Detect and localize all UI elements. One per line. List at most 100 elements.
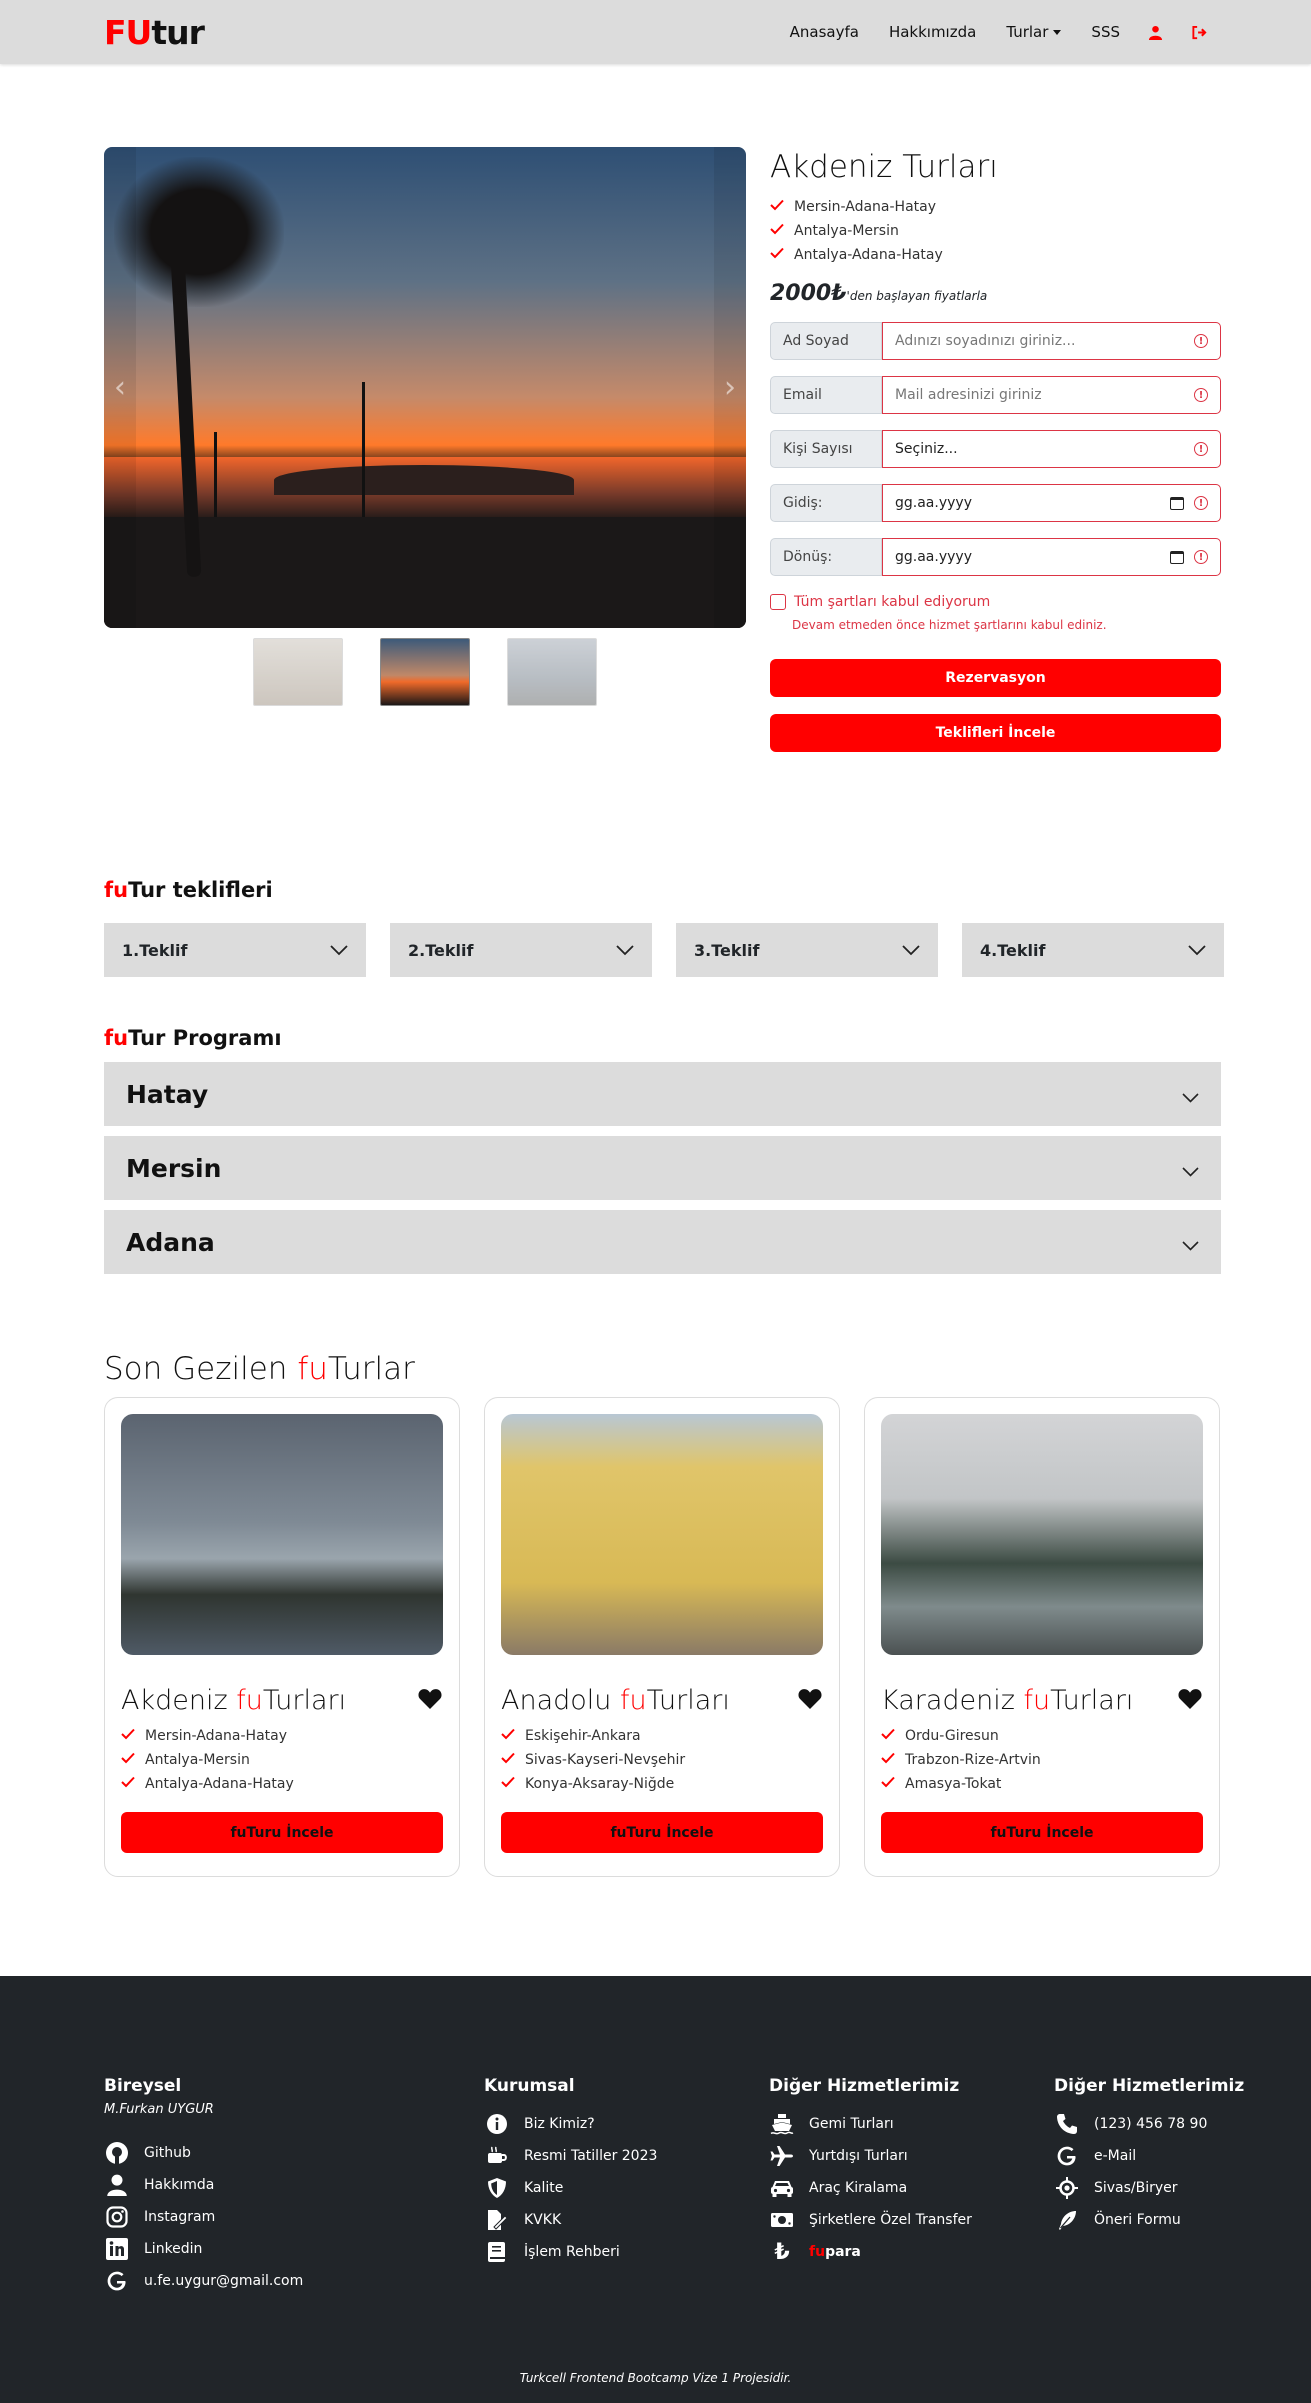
input-placeholder: Adınızı soyadınızı giriniz...: [895, 333, 1076, 349]
check-icon: [770, 223, 786, 239]
footer-link-arac-kiralama[interactable]: Araç Kiralama: [769, 2172, 972, 2204]
thumbnail-1[interactable]: [253, 638, 343, 706]
route-label: Antalya-Adana-Hatay: [794, 247, 943, 263]
footer-col-title: Kurumsal: [484, 2076, 575, 2096]
nav-anasayfa[interactable]: Anasayfa: [790, 23, 859, 41]
footer-link-sirket-transfer[interactable]: Şirketlere Özel Transfer: [769, 2204, 972, 2236]
email-input[interactable]: Mail adresinizi giriniz!: [882, 376, 1221, 414]
heart-icon[interactable]: [417, 1687, 443, 1714]
footer-link-oneri-formu[interactable]: Öneri Formu: [1054, 2204, 1244, 2236]
btn-label: Turu İncele: [626, 1824, 714, 1841]
view-tour-button[interactable]: fu Turu İncele: [501, 1812, 823, 1853]
fupara-fu: fu: [809, 2244, 826, 2260]
list-item: Antalya-Adana-Hatay: [770, 243, 1221, 267]
accordion-item-hatay[interactable]: Hatay: [104, 1062, 1221, 1126]
offer-dropdown-4[interactable]: 4.Teklif: [962, 923, 1224, 977]
nav-turlar-dropdown[interactable]: Turlar: [1006, 23, 1062, 41]
footer-link-instagram[interactable]: Instagram: [104, 2201, 303, 2233]
footer-link-label: Gemi Turları: [809, 2116, 894, 2132]
offers-title: fuTur teklifleri: [104, 878, 273, 902]
footer-link-hakkimda[interactable]: Hakkımda: [104, 2169, 303, 2201]
carousel-next-button[interactable]: ›: [714, 147, 746, 628]
thumbnail-2[interactable]: [380, 638, 470, 706]
footer-link-label: Kalite: [524, 2180, 564, 2196]
plane-icon: [769, 2143, 795, 2169]
footer-link-kvkk[interactable]: KVKK: [484, 2204, 657, 2236]
offer-dropdown-1[interactable]: 1.Teklif: [104, 923, 366, 977]
name-input[interactable]: Adınızı soyadınızı giriniz...!: [882, 322, 1221, 360]
terms-checkbox-row: Tüm şartları kabul ediyorum: [770, 594, 1221, 610]
footer-link-email[interactable]: u.fe.uygur@gmail.com: [104, 2265, 303, 2297]
file-signature-icon: [484, 2207, 510, 2233]
heart-icon[interactable]: [797, 1687, 823, 1714]
date-placeholder: gg.aa.yyyy: [895, 549, 972, 565]
terms-label[interactable]: Tüm şartları kabul ediyorum: [794, 594, 990, 610]
calendar-icon[interactable]: [1170, 496, 1184, 510]
footer-col-bireysel: Bireysel M.Furkan UYGUR Github Hakkımda …: [104, 2076, 303, 2297]
accordion-item-mersin[interactable]: Mersin: [104, 1136, 1221, 1200]
route-label: Antalya-Mersin: [145, 1752, 250, 1768]
route-list: Mersin-Adana-Hatay Antalya-Mersin Antaly…: [770, 195, 1221, 267]
footer-note: Turkcell Frontend Bootcamp Vize 1 Projes…: [519, 2371, 792, 2385]
check-icon: [121, 1728, 137, 1744]
nav-hakkimizda[interactable]: Hakkımızda: [889, 23, 976, 41]
image-carousel[interactable]: ‹ ›: [104, 147, 746, 628]
user-icon[interactable]: [1148, 25, 1163, 40]
navbar: FUtur Anasayfa Hakkımızda Turlar SSS: [0, 0, 1311, 64]
departure-date-input[interactable]: gg.aa.yyyy!: [882, 484, 1221, 522]
list-item: Eskişehir-Ankara: [501, 1724, 823, 1748]
person-count-field: Kişi Sayısı Seçiniz...!: [770, 430, 1221, 468]
thumbnail-3[interactable]: [507, 638, 597, 706]
logout-icon[interactable]: [1191, 25, 1207, 40]
price: 2000₺'den başlayan fiyatlarla: [770, 281, 1221, 306]
footer-link-islem-rehberi[interactable]: İşlem Rehberi: [484, 2236, 657, 2268]
footer-link-phone[interactable]: (123) 456 78 90: [1054, 2108, 1244, 2140]
footer-link-email-2[interactable]: e-Mail: [1054, 2140, 1244, 2172]
carousel-image-palm: [114, 157, 284, 307]
card-fu: fu: [1023, 1685, 1051, 1716]
heart-icon[interactable]: [1177, 1687, 1203, 1714]
footer-link-resmi-tatiller[interactable]: Resmi Tatiller 2023: [484, 2140, 657, 2172]
footer-link-linkedin[interactable]: Linkedin: [104, 2233, 303, 2265]
footer-link-biz-kimiz[interactable]: Biz Kimiz?: [484, 2108, 657, 2140]
footer-link-github[interactable]: Github: [104, 2137, 303, 2169]
footer-link-location[interactable]: Sivas/Biryer: [1054, 2172, 1244, 2204]
footer-link-fupara[interactable]: ₺ fupara: [769, 2236, 972, 2268]
brand-logo[interactable]: FUtur: [104, 13, 205, 52]
program-title: fuTur Programı: [104, 1026, 282, 1050]
footer-link-label: Araç Kiralama: [809, 2180, 908, 2196]
footer-col-kurumsal: Kurumsal Biz Kimiz? Resmi Tatiller 2023 …: [484, 2076, 657, 2268]
return-date-input[interactable]: gg.aa.yyyy!: [882, 538, 1221, 576]
offer-label: 3.Teklif: [694, 940, 760, 960]
carousel-prev-button[interactable]: ‹: [104, 147, 136, 628]
recent-tours-title: Son Gezilen fuTurlar: [104, 1351, 415, 1387]
footer-link-label: Biz Kimiz?: [524, 2116, 595, 2132]
accordion-item-adana[interactable]: Adana: [104, 1210, 1221, 1274]
footer-link-kalite[interactable]: Kalite: [484, 2172, 657, 2204]
footer-col-diger-2: Diğer Hizmetlerimiz (123) 456 78 90 e-Ma…: [1054, 2076, 1244, 2236]
offer-dropdown-2[interactable]: 2.Teklif: [390, 923, 652, 977]
chevron-down-icon: [1053, 29, 1062, 35]
list-item: Mersin-Adana-Hatay: [121, 1724, 443, 1748]
route-label: Antalya-Mersin: [794, 223, 899, 239]
nav-sss[interactable]: SSS: [1091, 23, 1120, 41]
terms-checkbox[interactable]: [770, 594, 786, 610]
tour-card: Anadolu fuTurları Eskişehir-Ankara Sivas…: [484, 1397, 840, 1877]
footer-link-gemi-turlari[interactable]: Gemi Turları: [769, 2108, 972, 2140]
check-icon: [770, 247, 786, 263]
reserve-button[interactable]: Rezervasyon: [770, 659, 1221, 697]
footer-link-yurtdisi-turlari[interactable]: Yurtdışı Turları: [769, 2140, 972, 2172]
offers-list: 1.Teklif 2.Teklif 3.Teklif 4.Teklif: [104, 923, 1224, 977]
list-item: Antalya-Mersin: [770, 219, 1221, 243]
view-offers-button[interactable]: Teklifleri İncele: [770, 714, 1221, 752]
tour-card: Karadeniz fuTurları Ordu-Giresun Trabzon…: [864, 1397, 1220, 1877]
reservation-form: Akdeniz Turları Mersin-Adana-Hatay Antal…: [770, 147, 1221, 752]
offer-dropdown-3[interactable]: 3.Teklif: [676, 923, 938, 977]
calendar-icon[interactable]: [1170, 550, 1184, 564]
view-tour-button[interactable]: fu Turu İncele: [121, 1812, 443, 1853]
footer-link-label: Şirketlere Özel Transfer: [809, 2212, 972, 2228]
person-count-select[interactable]: Seçiniz...!: [882, 430, 1221, 468]
linkedin-icon: [104, 2236, 130, 2262]
view-tour-button[interactable]: fu Turu İncele: [881, 1812, 1203, 1853]
footer-link-label: u.fe.uygur@gmail.com: [144, 2273, 304, 2289]
